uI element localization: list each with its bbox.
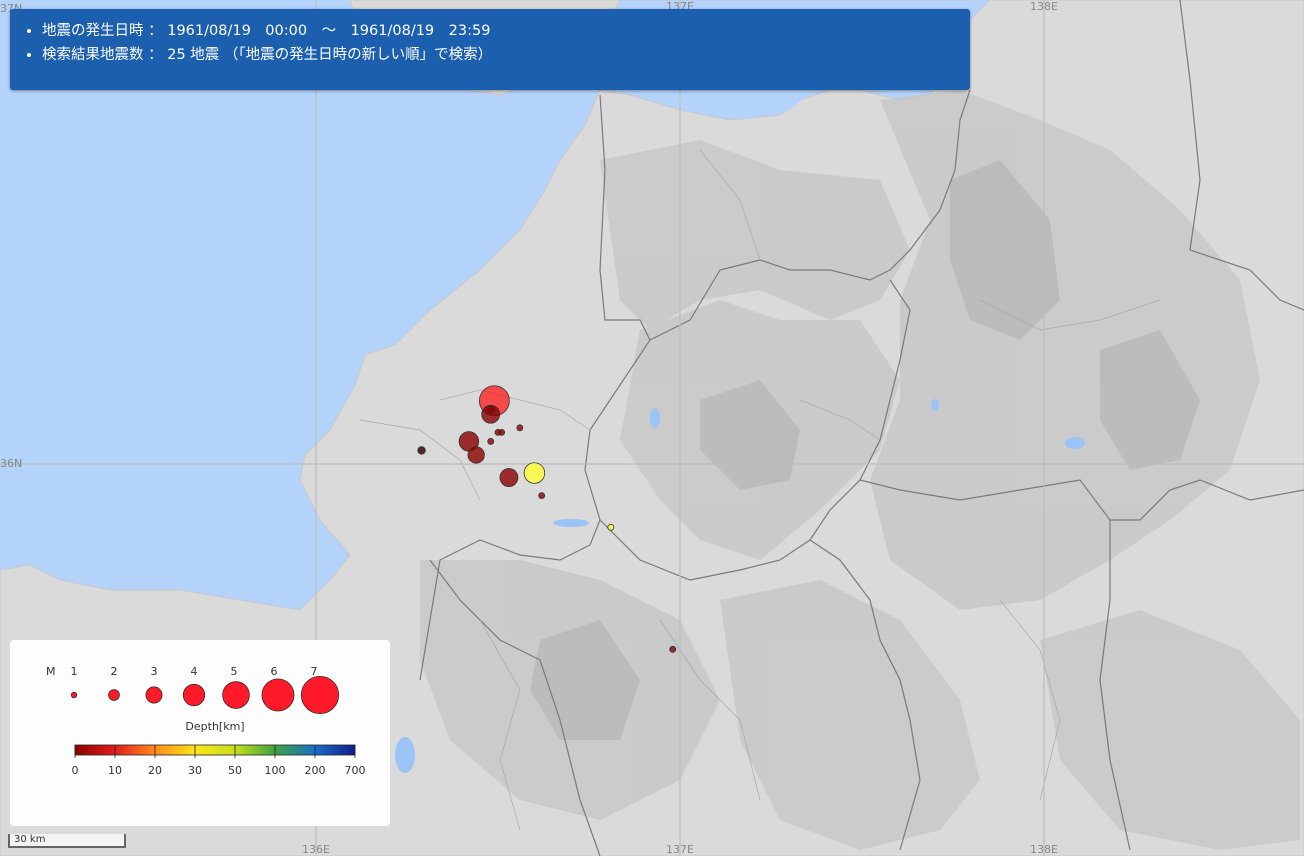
- result-count-text: 検索結果地震数 ： 25 地震 （「地震の発生日時の新しい順」で検索）: [42, 47, 970, 64]
- magnitude-label: 3: [151, 665, 158, 678]
- legend-graphic: M 1 2 3 4 5 6 7 Depth[km] 0 10 20 30 50 100 200 700: [46, 665, 366, 777]
- depth-tick-label: 0: [72, 764, 79, 777]
- magnitude-label: 4: [191, 665, 198, 678]
- magnitude-circle: [222, 681, 250, 709]
- lon-label-138e-top: 138E: [1030, 0, 1058, 13]
- earthquake-marker[interactable]: [417, 446, 426, 455]
- earthquake-marker[interactable]: [516, 424, 524, 432]
- magnitude-label: 5: [231, 665, 238, 678]
- depth-tick-label: 10: [108, 764, 122, 777]
- magnitude-circle: [182, 683, 206, 707]
- depth-tick-label: 30: [188, 764, 202, 777]
- magnitude-circle: [300, 675, 340, 715]
- legend-m-label: M: [46, 665, 56, 678]
- earthquake-marker[interactable]: [498, 428, 506, 436]
- magnitude-label: 6: [271, 665, 278, 678]
- depth-tick-label: 700: [345, 764, 366, 777]
- scale-label: 30 km: [14, 834, 46, 845]
- earthquake-marker[interactable]: [467, 446, 485, 464]
- magnitude-scale: 1 2 3 4 5 6 7: [70, 665, 340, 715]
- lon-label-137e: 137E: [666, 843, 694, 856]
- magnitude-circle: [145, 686, 163, 704]
- depth-title: Depth[km]: [185, 720, 244, 733]
- scale-bar: 30 km: [8, 834, 126, 848]
- magnitude-circle: [70, 691, 78, 699]
- earthquake-marker[interactable]: [499, 468, 519, 487]
- magnitude-circle: [261, 678, 295, 712]
- date-range-text: 地震の発生日時 ： 1961/08/19 00:00 ～ 1961/08/19 …: [42, 23, 970, 40]
- magnitude-label: 1: [71, 665, 78, 678]
- depth-tick-label: 50: [228, 764, 242, 777]
- earthquake-marker[interactable]: [607, 523, 615, 531]
- earthquake-marker[interactable]: [523, 462, 546, 484]
- depth-tick-label: 100: [265, 764, 286, 777]
- legend-panel: M 1 2 3 4 5 6 7 Depth[km] 0 10 20 30 50 100 200 700: [10, 640, 390, 826]
- earthquake-marker[interactable]: [538, 492, 546, 500]
- earthquake-marker[interactable]: [487, 437, 495, 445]
- magnitude-circle: [108, 689, 120, 701]
- lon-label-136e: 136E: [302, 843, 330, 856]
- depth-tick-label: 200: [305, 764, 326, 777]
- search-info-banner: 地震の発生日時 ： 1961/08/19 00:00 ～ 1961/08/19 …: [10, 9, 970, 90]
- lat-label-36n: 36N: [0, 457, 23, 470]
- magnitude-label: 7: [311, 665, 318, 678]
- magnitude-label: 2: [111, 665, 118, 678]
- depth-tick-label: 20: [148, 764, 162, 777]
- lon-label-138e: 138E: [1030, 843, 1058, 856]
- depth-color-bar: 0 10 20 30 50 100 200 700: [72, 744, 366, 777]
- earthquake-marker[interactable]: [669, 645, 677, 653]
- earthquake-marker[interactable]: [486, 405, 495, 414]
- depth-gradient-bar: [74, 744, 356, 756]
